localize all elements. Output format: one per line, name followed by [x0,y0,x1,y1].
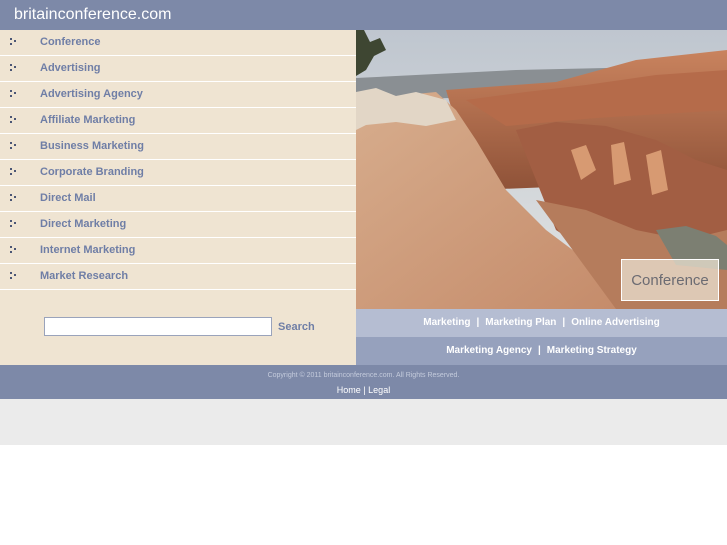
bullet-icon [10,142,19,151]
bullet-icon [10,220,19,229]
nav-item-corporate-branding[interactable]: Corporate Branding [0,160,356,186]
nav-item-affiliate-marketing[interactable]: Affiliate Marketing [0,108,356,134]
site-title[interactable]: britainconference.com [14,6,171,24]
bullet-icon [10,272,19,281]
footer: Copyright © 2011 britainconference.com. … [0,365,727,399]
bullet-icon [10,38,19,47]
nav-item-label[interactable]: Affiliate Marketing [40,114,135,126]
nav-item-direct-marketing[interactable]: Direct Marketing [0,212,356,238]
link-online-advertising[interactable]: Online Advertising [571,317,660,328]
nav-item-label[interactable]: Conference [40,36,101,48]
links-bar-secondary: Marketing Agency | Marketing Strategy [356,337,727,365]
bullet-icon [10,194,19,203]
bullet-icon [10,64,19,73]
nav-item-business-marketing[interactable]: Business Marketing [0,134,356,160]
nav-item-label[interactable]: Direct Marketing [40,218,126,230]
nav-item-advertising[interactable]: Advertising [0,56,356,82]
site-header: britainconference.com [0,0,727,30]
link-marketing-agency[interactable]: Marketing Agency [446,345,532,356]
nav-item-label[interactable]: Direct Mail [40,192,96,204]
footer-separator: | [363,385,366,395]
link-separator: | [562,317,566,328]
nav-item-conference[interactable]: Conference [0,30,356,56]
link-separator: | [476,317,480,328]
nav-item-label[interactable]: Market Research [40,270,128,282]
bullet-icon [10,116,19,125]
sidebar: Conference Advertising Advertising Agenc… [0,30,356,365]
nav-item-label[interactable]: Advertising Agency [40,88,143,100]
nav-item-market-research[interactable]: Market Research [0,264,356,290]
nav-item-internet-marketing[interactable]: Internet Marketing [0,238,356,264]
nav-item-label[interactable]: Corporate Branding [40,166,144,178]
nav-item-direct-mail[interactable]: Direct Mail [0,186,356,212]
bullet-icon [10,246,19,255]
hero-image: Conference [356,30,727,309]
link-marketing-strategy[interactable]: Marketing Strategy [547,345,637,356]
bottom-band [0,399,727,445]
copyright-text: Copyright © 2011 britainconference.com. … [267,372,460,379]
footer-link-home[interactable]: Home [337,385,361,395]
search-button[interactable]: Search [278,321,315,333]
search-input[interactable] [44,317,272,336]
bullet-icon [10,168,19,177]
nav-item-advertising-agency[interactable]: Advertising Agency [0,82,356,108]
link-separator: | [537,345,541,356]
nav-item-label[interactable]: Internet Marketing [40,244,135,256]
footer-links: Home | Legal [0,385,727,395]
link-marketing-plan[interactable]: Marketing Plan [485,317,556,328]
hero-badge: Conference [621,259,719,301]
footer-link-legal[interactable]: Legal [368,385,390,395]
nav-item-label[interactable]: Business Marketing [40,140,144,152]
links-bar-primary: Marketing | Marketing Plan | Online Advertis… [356,309,727,337]
link-marketing[interactable]: Marketing [423,317,470,328]
bullet-icon [10,90,19,99]
nav-menu: Conference Advertising Advertising Agenc… [0,30,356,290]
nav-item-label[interactable]: Advertising [40,62,101,74]
